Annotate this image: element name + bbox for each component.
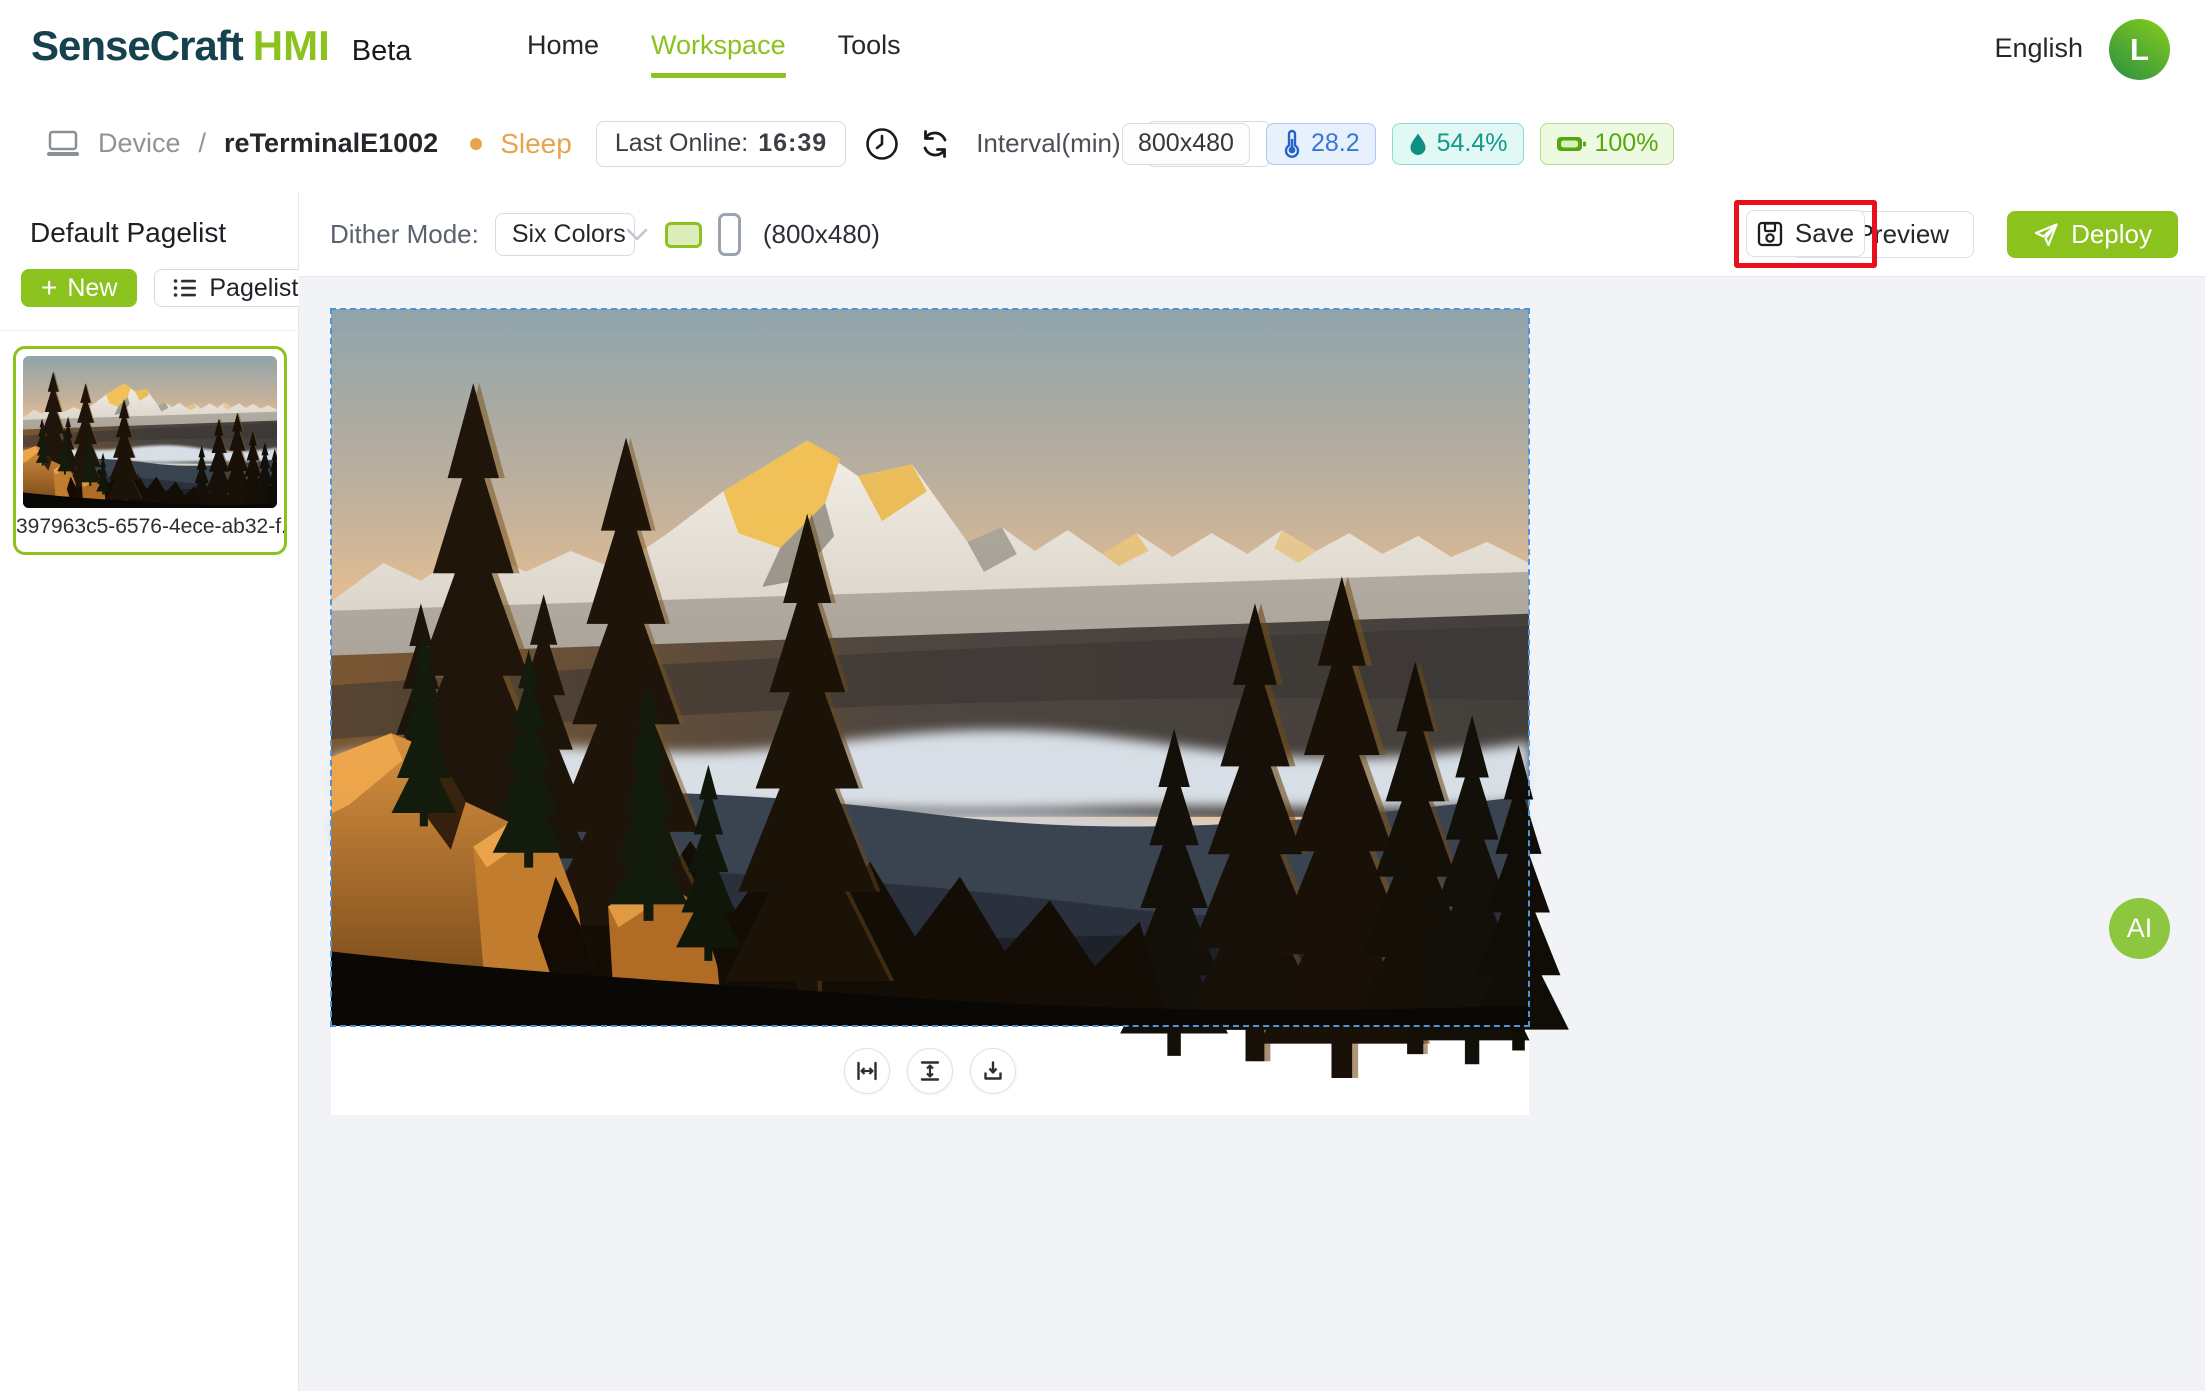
top-header: SenseCraft HMI Beta Home Workspace Tools… (0, 0, 2205, 95)
deploy-button[interactable]: Deploy (2007, 211, 2178, 258)
preview-label: Preview (1857, 219, 1949, 250)
save-label: Save (1795, 218, 1854, 249)
chevron-down-icon (626, 228, 648, 242)
sidebar-actions: + New Pagelists (21, 269, 330, 307)
status-badge: Sleep (500, 128, 572, 160)
save-button[interactable]: Save (1746, 210, 1865, 257)
breadcrumb-root[interactable]: Device (98, 128, 181, 159)
device-name: reTerminalE1002 (224, 128, 438, 159)
app-logo: SenseCraft HMI Beta (31, 22, 411, 70)
new-page-label: New (67, 274, 117, 303)
send-icon (2033, 222, 2059, 248)
fit-height-button[interactable] (907, 1048, 953, 1094)
device-bar: Device / reTerminalE1002 Sleep Last Onli… (0, 95, 2205, 194)
interval-label: Interval(min): (976, 128, 1128, 159)
resolution-badge: 800x480 (1122, 123, 1250, 165)
temperature-badge: 28.2 (1266, 123, 1376, 165)
main-nav: Home Workspace Tools (527, 30, 901, 78)
plus-icon: + (41, 274, 57, 302)
save-icon (1757, 221, 1783, 247)
last-online-time: 16:39 (758, 129, 827, 158)
status-dot (470, 138, 482, 150)
dither-mode-value: Six Colors (512, 220, 626, 249)
logo-brand: SenseCraft (31, 22, 243, 70)
refresh-icon[interactable] (918, 127, 952, 161)
new-page-button[interactable]: + New (21, 269, 137, 307)
download-button[interactable] (970, 1048, 1016, 1094)
droplet-icon (1408, 132, 1428, 156)
device-monitor-icon (46, 129, 80, 159)
toolbar-left-group: Dither Mode: Six Colors (800x480) (330, 193, 880, 276)
canvas-image[interactable] (331, 309, 1529, 1026)
orientation-portrait-swatch[interactable] (718, 213, 741, 256)
battery-value: 100% (1595, 129, 1659, 158)
pagelists-label: Pagelists (209, 274, 310, 303)
sidebar-title: Default Pagelist (30, 217, 226, 249)
clock-icon[interactable] (864, 126, 900, 162)
resolution-value: 800x480 (1138, 129, 1234, 158)
canvas-size-label: (800x480) (763, 219, 880, 250)
battery-icon (1556, 135, 1586, 153)
canvas-tools (331, 1026, 1529, 1115)
battery-badge: 100% (1540, 123, 1675, 165)
nav-tools[interactable]: Tools (838, 30, 901, 78)
device-breadcrumb-row: Device / reTerminalE1002 Sleep Last Onli… (46, 95, 1271, 192)
sidebar-divider (0, 330, 299, 331)
download-icon (981, 1059, 1005, 1083)
last-online-badge: Last Online: 16:39 (596, 121, 846, 167)
language-selector[interactable]: English (1994, 33, 2083, 64)
nav-workspace[interactable]: Workspace (651, 30, 786, 78)
fit-height-icon (918, 1059, 942, 1083)
orientation-landscape-swatch[interactable] (665, 222, 702, 248)
page-card-selected[interactable]: 397963c5-6576-4ece-ab32-f... (13, 346, 287, 555)
last-online-label: Last Online: (615, 129, 748, 158)
dither-mode-label: Dither Mode: (330, 219, 479, 250)
breadcrumb-separator: / (199, 128, 207, 159)
humidity-badge: 54.4% (1392, 123, 1524, 165)
page-thumbnail (23, 356, 277, 508)
humidity-value: 54.4% (1437, 129, 1508, 158)
pagelist-sidebar: Default Pagelist + New Pagelists 397963c… (0, 193, 299, 1391)
beta-tag: Beta (352, 35, 412, 68)
temperature-value: 28.2 (1311, 129, 1360, 158)
canvas-panel (331, 309, 1529, 1115)
page-card-caption: 397963c5-6576-4ece-ab32-f... (16, 515, 284, 539)
dither-mode-select[interactable]: Six Colors (495, 213, 635, 256)
user-avatar[interactable]: L (2109, 19, 2170, 80)
fit-width-button[interactable] (844, 1048, 890, 1094)
workspace-main: Dither Mode: Six Colors (800x480) Previe… (299, 193, 2205, 1391)
deploy-label: Deploy (2071, 219, 2152, 250)
avatar-initial: L (2130, 32, 2149, 68)
ai-label: AI (2127, 913, 2153, 944)
list-icon (173, 277, 197, 299)
device-telemetry-badges: 800x480 28.2 54.4% 100% (1122, 95, 1674, 192)
nav-home[interactable]: Home (527, 30, 599, 78)
thermometer-icon (1282, 131, 1302, 157)
editor-toolbar: Dither Mode: Six Colors (800x480) Previe… (299, 193, 2205, 277)
logo-product: HMI (253, 22, 330, 70)
fit-width-icon (855, 1059, 879, 1083)
ai-assistant-button[interactable]: AI (2109, 898, 2170, 959)
app-window: SenseCraft HMI Beta Home Workspace Tools… (0, 0, 2205, 1391)
